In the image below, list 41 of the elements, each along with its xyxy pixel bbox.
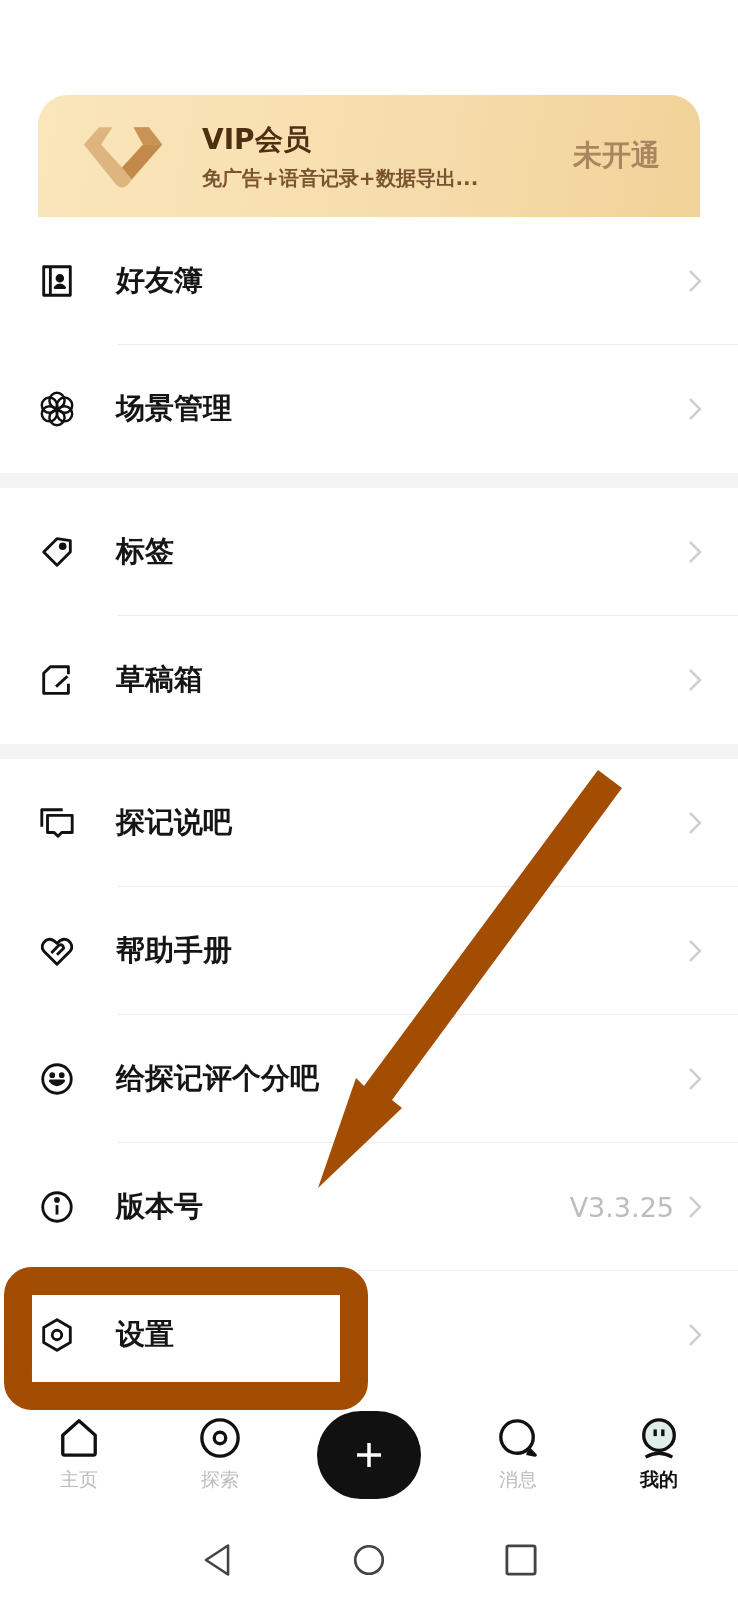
menu-label: 好友簿 (116, 262, 204, 299)
chevron-right-icon (688, 939, 702, 963)
smiley-icon (38, 1060, 76, 1098)
menu-item[interactable]: 帮助手册 (0, 887, 738, 1015)
vip-title: VIP会员 (202, 121, 312, 158)
menu-item[interactable]: 给探记评个分吧 (0, 1015, 738, 1143)
menu-label: 帮助手册 (116, 932, 233, 969)
menu-label: 草稿箱 (116, 661, 204, 698)
chevron-right-icon (688, 1067, 702, 1091)
menu-item[interactable]: 场景管理 (0, 345, 738, 473)
tab-item[interactable]: 我的 (614, 1417, 705, 1493)
menu-label: 版本号 (116, 1188, 204, 1225)
recents-icon[interactable] (505, 1543, 537, 1577)
chevron-right-icon (688, 397, 702, 421)
menu-item[interactable]: 设置 (0, 1271, 738, 1399)
chevron-right-icon (688, 269, 702, 293)
explore-icon (199, 1417, 242, 1459)
menu-label: 给探记评个分吧 (116, 1060, 320, 1097)
chevron-right-icon (688, 540, 702, 564)
chevron-right-icon (688, 668, 702, 692)
vip-status: 未开通 (573, 137, 660, 174)
vip-benefits: 免广告+语音记录+数据导出... (202, 164, 480, 192)
info-icon (38, 1188, 76, 1226)
message-icon (496, 1417, 539, 1459)
menu-item[interactable]: 探记说吧 (0, 759, 738, 887)
menu-label: 场景管理 (116, 390, 233, 427)
menu-label: 标签 (116, 533, 175, 570)
vip-card[interactable]: VIP会员 免广告+语音记录+数据导出... 未开通 (38, 95, 700, 217)
version-number: V3.3.25 (569, 1191, 674, 1223)
chevron-right-icon (688, 1195, 702, 1219)
menu-label: 设置 (116, 1316, 175, 1353)
menu-item[interactable]: 版本号 V3.3.25 (0, 1143, 738, 1271)
home-circle-icon[interactable] (353, 1543, 385, 1577)
menu-item[interactable]: 好友簿 (0, 217, 738, 345)
plus-icon (354, 1440, 384, 1470)
flower-icon (38, 390, 76, 428)
chevron-right-icon (688, 811, 702, 835)
chevron-right-icon (688, 1323, 702, 1347)
menu-item[interactable]: 草稿箱 (0, 616, 738, 744)
menu-label: 探记说吧 (116, 804, 233, 841)
menu-item[interactable]: 标签 (0, 488, 738, 616)
